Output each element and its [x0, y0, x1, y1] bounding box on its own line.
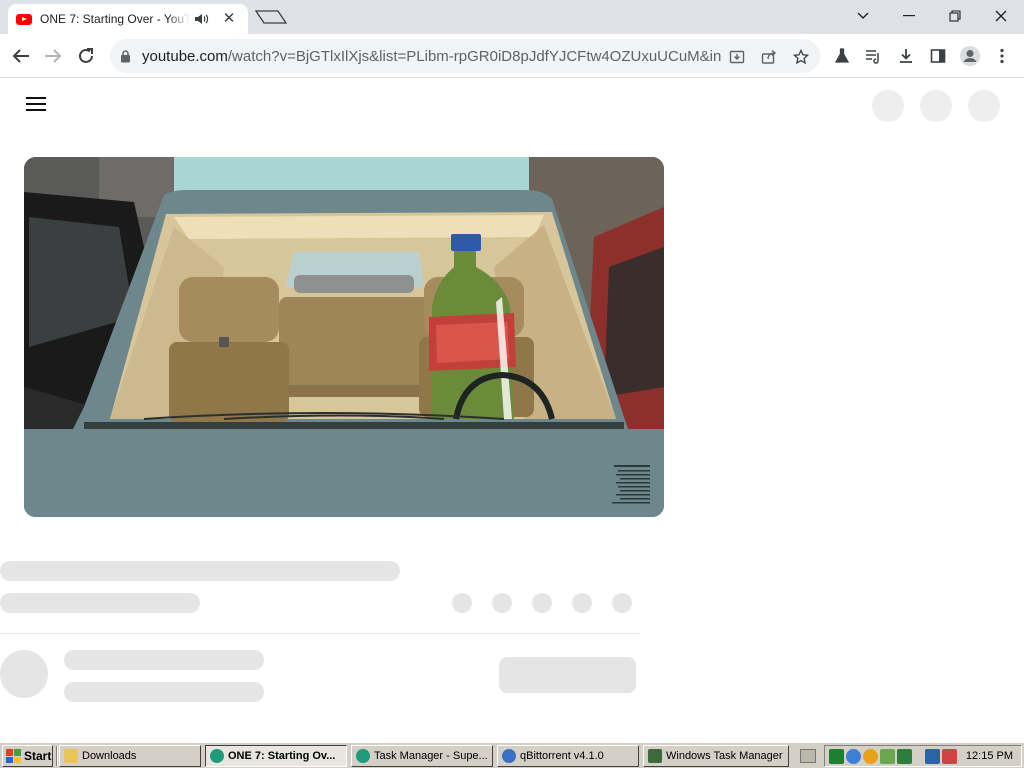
- header-placeholder-circle: [872, 90, 904, 122]
- task-manager-icon: [648, 749, 662, 763]
- close-window-button[interactable]: [978, 2, 1024, 30]
- reload-button[interactable]: [73, 43, 99, 69]
- action-skeleton-circle: [492, 593, 512, 613]
- lock-icon[interactable]: [120, 50, 131, 63]
- taskbar-button-downloads[interactable]: Downloads: [59, 745, 201, 767]
- url-host: youtube.com: [142, 48, 228, 65]
- tray-shield-icon[interactable]: [880, 749, 895, 764]
- address-bar[interactable]: youtube.com/watch?v=BjGTlxIlXjs&list=PLi…: [110, 39, 820, 73]
- new-tab-icon[interactable]: [254, 8, 288, 26]
- back-button[interactable]: [8, 43, 34, 69]
- tray-search-icon[interactable]: [863, 749, 878, 764]
- video-player[interactable]: [24, 157, 664, 517]
- chrome-menu-icon[interactable]: [991, 45, 1013, 67]
- share-icon[interactable]: [759, 47, 779, 67]
- action-skeleton-circle: [452, 593, 472, 613]
- taskbar-button-label: Windows Task Manager: [666, 750, 783, 762]
- back-arrow-icon: [12, 49, 29, 63]
- header-placeholder-circle: [920, 90, 952, 122]
- youtube-watch-page: [0, 78, 1024, 742]
- browser-toolbar: youtube.com/watch?v=BjGTlxIlXjs&list=PLi…: [0, 34, 1024, 78]
- browser-tab[interactable]: ONE 7: Starting Over - YouTube ✕: [8, 4, 248, 34]
- title-skeleton: [0, 561, 400, 581]
- speaker-audio-icon[interactable]: [194, 12, 210, 26]
- tray-network-globe-icon[interactable]: [846, 749, 861, 764]
- tray-volume-muted-icon[interactable]: [942, 749, 957, 764]
- subscriber-count-skeleton: [64, 682, 264, 702]
- taskbar-button-qbittorrent[interactable]: qBittorrent v4.1.0: [497, 745, 639, 767]
- install-app-icon[interactable]: [727, 47, 747, 67]
- taskbar-button-task-manager-super[interactable]: Task Manager - Supe...: [351, 745, 493, 767]
- restore-button[interactable]: [932, 2, 978, 30]
- taskbar-separator: [56, 746, 58, 766]
- channel-avatar-skeleton: [0, 650, 48, 698]
- start-label: Start: [24, 749, 52, 763]
- header-placeholder-circle: [968, 90, 1000, 122]
- taskbar-button-label: ONE 7: Starting Ov...: [228, 750, 336, 762]
- tray-display-icon[interactable]: [925, 749, 940, 764]
- url-text[interactable]: youtube.com/watch?v=BjGTlxIlXjs&list=PLi…: [142, 48, 722, 65]
- divider: [0, 633, 640, 634]
- tab-search-chevron-icon[interactable]: [840, 2, 886, 30]
- qbittorrent-icon: [502, 749, 516, 763]
- action-skeleton-circle: [532, 593, 552, 613]
- folder-icon: [64, 749, 78, 763]
- tab-strip: ONE 7: Starting Over - YouTube ✕: [0, 0, 1024, 34]
- system-tray: 12:15 PM: [824, 745, 1022, 767]
- keyboard-language-icon[interactable]: [800, 749, 816, 763]
- channel-name-skeleton: [64, 650, 264, 670]
- screen: ONE 7: Starting Over - YouTube ✕: [0, 0, 1024, 768]
- downloads-icon[interactable]: [895, 45, 917, 67]
- taskbar-clock[interactable]: 12:15 PM: [966, 750, 1013, 762]
- media-queue-icon[interactable]: [862, 45, 884, 67]
- taskbar-button-label: Downloads: [82, 750, 137, 762]
- youtube-favicon-icon: [16, 13, 32, 25]
- windows-logo-icon: [6, 749, 21, 763]
- tab-title: ONE 7: Starting Over - YouTube: [40, 12, 190, 26]
- action-skeleton-circle: [572, 593, 592, 613]
- video-frame-illustration: [24, 157, 664, 517]
- minimize-button[interactable]: [886, 2, 932, 30]
- forward-button[interactable]: [40, 43, 66, 69]
- subscribe-button-skeleton: [499, 657, 636, 693]
- tray-update-icon[interactable]: [897, 749, 912, 764]
- hamburger-menu-icon[interactable]: [24, 94, 48, 118]
- action-skeleton-circle: [612, 593, 632, 613]
- taskbar-button-chrome[interactable]: ONE 7: Starting Ov...: [205, 745, 347, 767]
- browser-icon: [356, 749, 370, 763]
- taskbar-button-label: qBittorrent v4.1.0: [520, 750, 604, 762]
- taskbar-button-label: Task Manager - Supe...: [374, 750, 488, 762]
- labs-flask-icon[interactable]: [831, 45, 853, 67]
- reload-icon: [79, 48, 93, 63]
- start-button[interactable]: Start: [2, 745, 53, 767]
- profile-avatar-icon[interactable]: [959, 45, 981, 67]
- side-panel-icon[interactable]: [927, 45, 949, 67]
- forward-arrow-icon: [45, 49, 62, 63]
- bookmark-star-icon[interactable]: [791, 47, 811, 67]
- tray-app-icon[interactable]: [829, 749, 844, 764]
- taskbar-button-windows-task-manager[interactable]: Windows Task Manager: [643, 745, 789, 767]
- subtitle-skeleton: [0, 593, 200, 613]
- windows-taskbar: Start Downloads ONE 7: Starting Ov... Ta…: [0, 742, 1024, 768]
- tab-close-icon[interactable]: ✕: [220, 10, 238, 28]
- url-path: /watch?v=BjGTlxIlXjs&list=PLibm-rpGR0iD8…: [227, 48, 722, 65]
- browser-icon: [210, 749, 224, 763]
